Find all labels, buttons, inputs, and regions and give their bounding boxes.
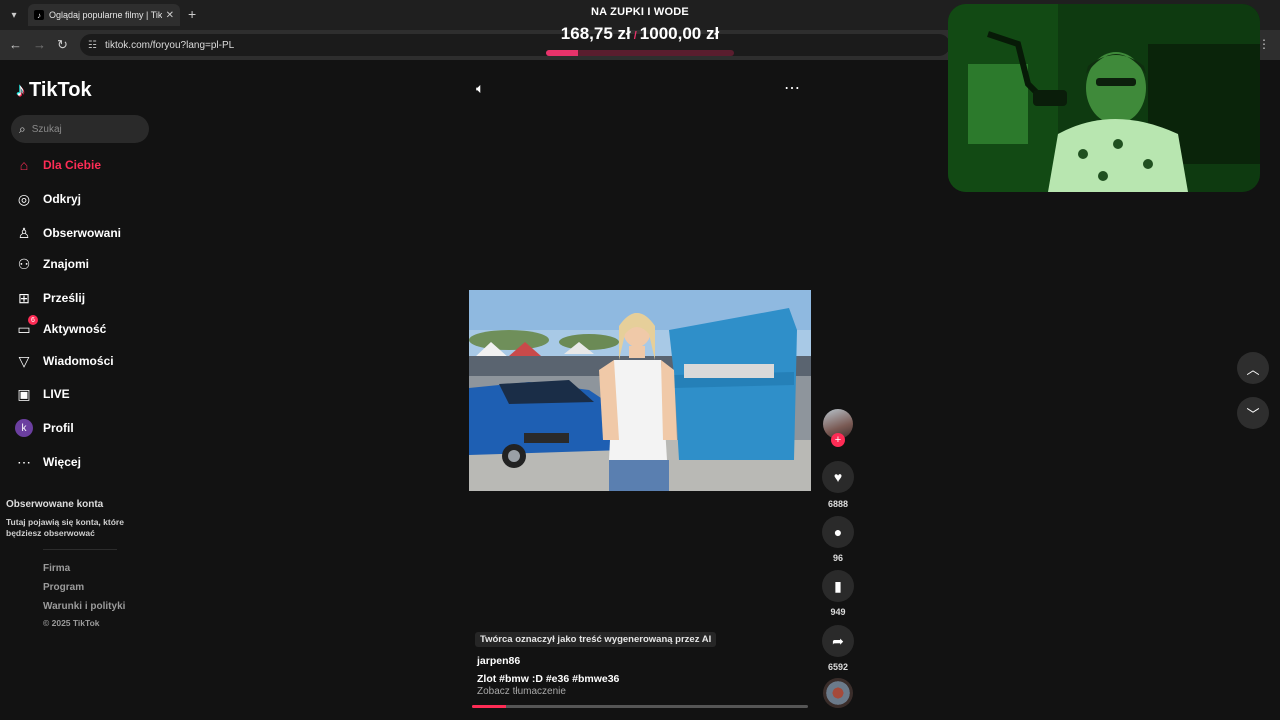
site-info-icon[interactable]: ☷ [88, 40, 97, 51]
reload-icon[interactable]: ↻ [57, 37, 68, 53]
screen: ▾ ♪ Oglądaj popularne filmy | TikTok ✕ +… [0, 0, 1280, 720]
back-arrow-icon[interactable]: ← [9, 37, 22, 53]
tab-title: Oglądaj popularne filmy | TikTok [49, 10, 162, 20]
donation-current: 168,75 zł [560, 24, 631, 43]
sidebar-item-dla-ciebie[interactable]: ⌂ Dla Ciebie [15, 154, 101, 176]
upload-icon: ⊞ [18, 289, 30, 306]
activity-icon: ▭ 6 [15, 315, 38, 338]
video-progress-fill [472, 705, 506, 708]
sidebar-divider [43, 549, 117, 550]
sidebar-item-label: Profil [43, 421, 74, 435]
footer-link-program[interactable]: Program [43, 582, 84, 593]
footer-link-terms[interactable]: Warunki i polityki [43, 601, 125, 612]
search-input[interactable] [31, 123, 132, 135]
ai-generated-label: Twórca oznaczył jako treść wygenerowaną … [475, 632, 717, 647]
next-video-button[interactable]: ﹀ [1237, 397, 1269, 429]
sidebar-item-label: Więcej [43, 455, 81, 469]
donation-target: 1000,00 zł [639, 24, 720, 43]
sidebar-item-odkryj[interactable]: ◎ Odkryj [15, 188, 81, 210]
video-author[interactable]: jarpen86 [477, 655, 520, 667]
follow-plus-icon[interactable]: + [831, 433, 845, 447]
donation-goal-label: NA ZUPKI I WODE [591, 6, 689, 18]
avatar: k [15, 419, 33, 437]
sidebar-item-live[interactable]: ▣ LIVE [15, 383, 70, 405]
tiktok-logo[interactable]: ♪ TikTok [16, 79, 92, 102]
tiktok-note-icon: ♪ [16, 80, 25, 100]
sidebar-item-label: Aktywność [43, 322, 107, 336]
comment-count: 96 [832, 553, 843, 563]
sidebar-item-label: LIVE [43, 387, 70, 401]
chevron-up-icon: ︿ [1246, 361, 1260, 377]
logo-text: TikTok [29, 79, 92, 101]
profile-avatar-icon: k [15, 419, 33, 437]
comment-button[interactable]: ● [822, 516, 854, 548]
tiktok-favicon-icon: ♪ [34, 10, 44, 20]
friends-icon: ⚇ [17, 255, 31, 272]
music-disc-avatar[interactable] [823, 678, 853, 708]
copyright: © 2025 TikTok [43, 618, 100, 628]
new-tab-button[interactable]: + [188, 6, 196, 22]
bookmark-icon: ▮ [834, 577, 842, 594]
video-progress-bar[interactable] [472, 705, 808, 708]
see-translation-link[interactable]: Zobacz tłumaczenie [477, 686, 566, 697]
sidebar-item-aktywnosc[interactable]: ▭ 6 Aktywność [15, 315, 107, 340]
sidebar-item-znajomi[interactable]: ⚇ Znajomi [15, 253, 89, 275]
chevron-down-icon: ﹀ [1246, 406, 1260, 422]
creator-avatar[interactable]: + [823, 409, 853, 447]
more-options-icon[interactable]: ⋯ [784, 78, 801, 98]
webcam-feed [948, 4, 1260, 192]
heart-icon: ♥ [833, 469, 843, 485]
sidebar-item-label: Obserwowani [43, 226, 122, 240]
following-icon: ♙ [17, 224, 31, 241]
sidebar-item-wiadomosci[interactable]: ▽ Wiadomości [15, 350, 114, 372]
search-icon: ⌕ [19, 121, 26, 136]
sidebar-item-label: Dla Ciebie [43, 158, 102, 172]
footer-link-firma[interactable]: Firma [43, 563, 70, 574]
sidebar-item-label: Wiadomości [43, 354, 114, 368]
sidebar-item-przeslij[interactable]: ⊞ Prześlij [15, 287, 85, 309]
forward-arrow-icon[interactable]: → [33, 37, 46, 53]
donation-goal-overlay: NA ZUPKI I WODE 168,75 zł/1000,00 zł [540, 6, 740, 56]
browser-tab[interactable]: ♪ Oglądaj popularne filmy | TikTok ✕ [28, 4, 180, 26]
volume-icon[interactable]: 🔈︎ [476, 80, 484, 97]
bookmark-button[interactable]: ▮ [822, 570, 854, 602]
donation-progress-fill [546, 50, 578, 56]
previous-video-button[interactable]: ︿ [1237, 352, 1269, 384]
search-box[interactable]: ⌕ [11, 115, 149, 143]
followed-accounts-description: Tutaj pojawią się konta, które będziesz … [6, 517, 124, 538]
messages-icon: ▽ [18, 352, 30, 369]
share-count: 6592 [827, 662, 849, 672]
like-button[interactable]: ♥ [822, 461, 854, 493]
donation-separator: / [633, 30, 637, 42]
tab-list-chevron-icon[interactable]: ▾ [4, 5, 24, 25]
live-icon: ▣ [17, 385, 31, 402]
notification-badge: 6 [28, 315, 38, 325]
sidebar-item-label: Prześlij [43, 291, 86, 305]
sidebar-item-profil[interactable]: k Profil [15, 417, 74, 439]
share-arrow-icon: ➦ [832, 632, 844, 649]
like-count: 6888 [827, 499, 849, 509]
address-bar[interactable]: ☷ tiktok.com/foryou?lang=pl-PL [80, 34, 950, 56]
home-icon: ⌂ [19, 157, 29, 173]
compass-icon: ◎ [17, 190, 31, 207]
donation-amounts: 168,75 zł/1000,00 zł [540, 24, 740, 44]
video-player[interactable] [469, 290, 811, 491]
streamer-webcam [948, 4, 1260, 192]
followed-accounts-title: Obserwowane konta [6, 499, 104, 510]
more-icon: ⋯ [17, 453, 31, 470]
share-button[interactable]: ➦ [822, 625, 854, 657]
bookmark-count: 949 [830, 607, 846, 617]
sidebar-item-wiecej[interactable]: ⋯ Więcej [15, 451, 81, 473]
url-text: tiktok.com/foryou?lang=pl-PL [104, 39, 235, 51]
donation-progress-bar [546, 50, 734, 56]
sidebar-item-obserwowani[interactable]: ♙ Obserwowani [15, 222, 121, 244]
tab-close-icon[interactable]: ✕ [166, 10, 174, 21]
sidebar-item-label: Znajomi [43, 257, 90, 271]
sidebar-item-label: Odkryj [43, 192, 82, 206]
video-caption: Zlot #bmw :D #e36 #bmwe36 [477, 673, 620, 685]
comment-icon: ● [833, 524, 843, 540]
video-thumbnail [469, 290, 811, 491]
